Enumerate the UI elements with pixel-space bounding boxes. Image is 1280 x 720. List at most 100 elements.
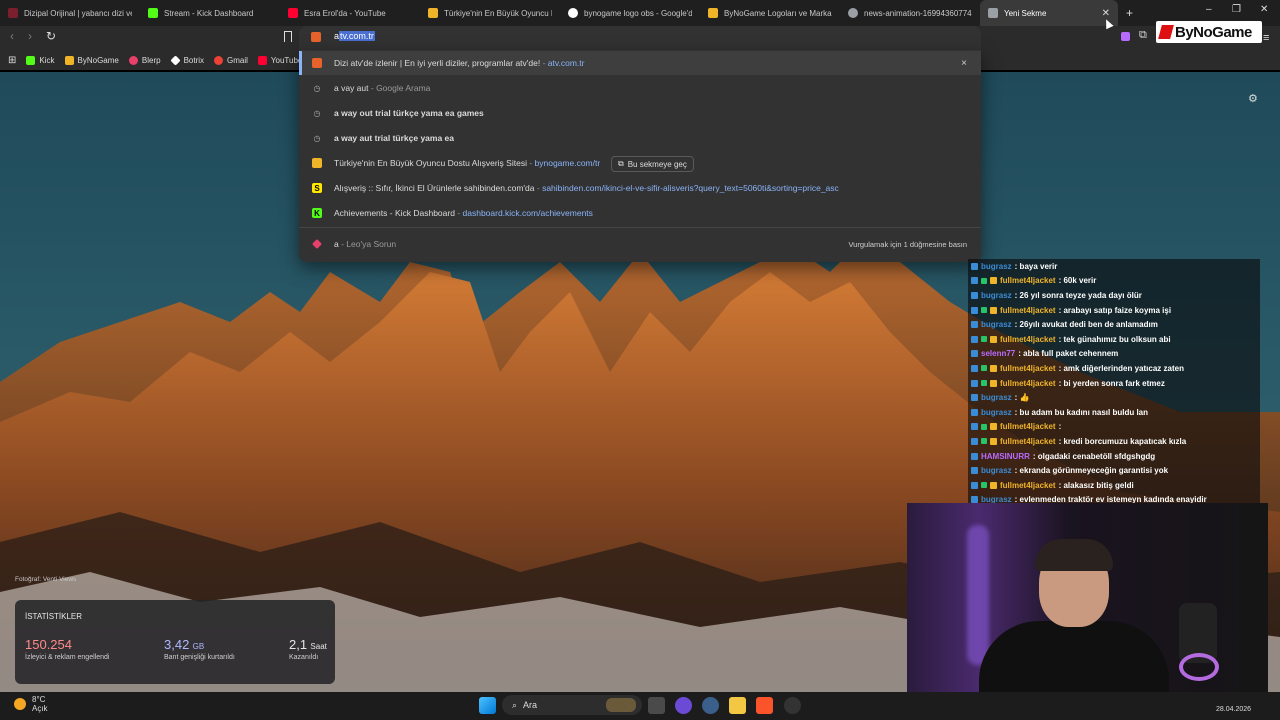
chat-username[interactable]: fullmet4ljacket <box>1000 422 1056 431</box>
switch-to-tab-button[interactable]: ⧉ Bu sekmeye geç <box>611 156 694 172</box>
weather-widget[interactable]: 8°C Açık <box>14 695 48 713</box>
tab-youtube[interactable]: Esra Erol'da - YouTube <box>280 0 420 26</box>
bookmark-blerp[interactable]: Blerp <box>128 55 161 65</box>
suggestion-atv[interactable]: Dizi atv'de izlenir | En iyi yerli dizil… <box>299 51 981 75</box>
tab-bynogame-logos[interactable]: ByNoGame Logoları ve Marka Ku <box>700 0 840 26</box>
address-input[interactable]: atv.com.tr <box>334 31 375 41</box>
chat-username[interactable]: selenn77 <box>981 349 1015 358</box>
extension-icon[interactable] <box>1121 32 1130 41</box>
settings-gear-icon[interactable]: ⚙ <box>1248 92 1258 105</box>
chat-username[interactable]: bugrasz <box>981 262 1012 271</box>
stat-value: 150.254 <box>25 637 72 652</box>
suggestion-sahibinden[interactable]: S Alışveriş :: Sıfır, İkinci El Ürünlerl… <box>299 176 981 200</box>
close-window-button[interactable]: ✕ <box>1260 4 1268 15</box>
search-label: Ara <box>523 700 538 710</box>
chat-username[interactable]: fullmet4ljacket <box>1000 437 1056 446</box>
atv-icon <box>311 32 321 42</box>
bookmark-youtube[interactable]: YouTube <box>257 55 303 65</box>
suggestion-history[interactable]: ◷ a vay aut - Google Arama <box>299 76 981 100</box>
back-button[interactable]: ‹ <box>10 29 14 43</box>
suggestion-bynogame[interactable]: Türkiye'nin En Büyük Oyuncu Dostu Alışve… <box>299 151 981 175</box>
autocomplete-selection: tv.com.tr <box>339 31 375 41</box>
youtube-icon <box>288 8 298 18</box>
suggestion-history[interactable]: ◷ a way aut trial türkçe yama ea <box>299 126 981 150</box>
chat-badge-icon <box>971 306 978 314</box>
chat-username[interactable]: fullmet4ljacket <box>1000 379 1056 388</box>
chat-username[interactable]: fullmet4ljacket <box>1000 481 1056 490</box>
suggestion-text: a way aut trial türkçe yama ea <box>334 133 455 143</box>
bookmark-label: YouTube <box>270 55 303 65</box>
bookmark-label: Botrix <box>183 55 205 65</box>
bookmark-botrix[interactable]: Botrix <box>169 54 205 66</box>
bookmark-icon[interactable] <box>284 31 292 42</box>
tab-dizipal[interactable]: Dizipal Orijinal | yabancı dizi ve fi <box>0 0 140 26</box>
settings-icon[interactable] <box>702 697 719 714</box>
chat-username[interactable]: bugrasz <box>981 408 1012 417</box>
remove-suggestion-icon[interactable]: × <box>961 58 967 69</box>
suggestion-history[interactable]: ◷ a way out trial türkçe yama ea games <box>299 101 981 125</box>
ring-light <box>1179 653 1219 681</box>
chat-message: HAMSINURR: olgadaki cenabetöll sfdgshgdg <box>968 449 1260 464</box>
bookmark-kick[interactable]: Kick <box>26 55 55 65</box>
bookmark-gmail[interactable]: Gmail <box>214 55 248 65</box>
taskbar-search[interactable]: ⌕ Ara <box>502 695 642 715</box>
chat-username[interactable]: HAMSINURR <box>981 452 1030 461</box>
bookmark-bynogame[interactable]: ByNoGame <box>64 55 119 65</box>
menu-icon[interactable]: ≡ <box>1263 32 1269 44</box>
chat-username[interactable]: fullmet4ljacket <box>1000 335 1056 344</box>
chat-badge-icon <box>971 277 978 285</box>
chat-username[interactable]: bugrasz <box>981 393 1012 402</box>
tab-icon: ⧉ <box>618 159 624 168</box>
maximize-button[interactable]: ❐ <box>1232 4 1241 15</box>
chat-username[interactable]: fullmet4ljacket <box>1000 364 1056 373</box>
bookmark-label: Blerp <box>141 55 161 65</box>
sun-icon <box>14 698 26 710</box>
chat-badge-icon <box>981 336 987 343</box>
address-bar[interactable] <box>299 26 981 50</box>
stats-title: İSTATİSTİKLER <box>25 612 83 621</box>
weather-temp: 8°C <box>32 695 46 704</box>
tab-title: news-animation-169943607742 <box>864 8 972 18</box>
chat-badge-icon <box>990 481 997 489</box>
obs-icon[interactable] <box>784 697 801 714</box>
chat-message: fullmet4ljacket: <box>968 420 1260 435</box>
chat-badge-icon <box>971 379 978 387</box>
suggestion-kick-achievements[interactable]: K Achievements - Kick Dashboard - dashbo… <box>299 201 981 225</box>
tab-google-search[interactable]: bynogame logo obs - Google'da <box>560 0 700 26</box>
new-tab-button[interactable]: + <box>1126 6 1133 20</box>
tab-new-tab[interactable]: Yeni Sekme ✕ <box>980 0 1118 26</box>
chat-username[interactable]: bugrasz <box>981 291 1012 300</box>
minimize-button[interactable]: – <box>1206 4 1212 15</box>
app-icon[interactable] <box>675 697 692 714</box>
chat-username[interactable]: fullmet4ljacket <box>1000 306 1056 315</box>
tab-bynogame[interactable]: Türkiye'nin En Büyük Oyuncu Do <box>420 0 560 26</box>
task-view-icon[interactable] <box>648 697 665 714</box>
chat-badge-icon <box>971 262 978 270</box>
chat-text: : 26yılı avukat dedi ben de anlamadım <box>1014 320 1158 330</box>
brave-browser-icon[interactable] <box>756 697 773 714</box>
bynogame-icon <box>708 8 718 18</box>
chat-text: : tek günahımız bu olksun abi <box>1058 334 1171 344</box>
puzzle-icon[interactable]: ⧉ <box>1139 29 1147 42</box>
windows-start-icon[interactable] <box>479 697 496 714</box>
bookmark-label: Gmail <box>227 55 248 65</box>
switch-to-tab-label: Bu sekmeye geç <box>627 159 687 169</box>
suggestion-ask-leo[interactable]: a - Leo'ya Sorun Vurgulamak için 1 düğme… <box>299 232 981 256</box>
forward-button[interactable]: › <box>28 29 32 43</box>
chat-message: fullmet4ljacket: 60k verir <box>968 274 1260 289</box>
tab-news-animation[interactable]: news-animation-169943607742 <box>840 0 980 26</box>
tab-kick-dashboard[interactable]: Stream - Kick Dashboard <box>140 0 280 26</box>
file-explorer-icon[interactable] <box>729 697 746 714</box>
suggestion-text: a vay aut - Google Arama <box>334 83 431 93</box>
reload-button[interactable]: ↻ <box>46 29 56 43</box>
globe-icon <box>848 8 858 18</box>
chat-username[interactable]: bugrasz <box>981 320 1012 329</box>
chat-text: : kredi borcumuzu kapatıcak kızla <box>1058 436 1187 446</box>
chat-username[interactable]: bugrasz <box>981 466 1012 475</box>
chat-badge-icon <box>990 379 997 387</box>
chat-badge-icon <box>981 438 987 445</box>
chat-username[interactable]: fullmet4ljacket <box>1000 276 1056 285</box>
chat-badge-icon <box>971 437 978 445</box>
chat-message: fullmet4ljacket: alakasız bitiş geldi <box>968 478 1260 493</box>
apps-grid-icon[interactable]: ⊞ <box>8 55 16 66</box>
